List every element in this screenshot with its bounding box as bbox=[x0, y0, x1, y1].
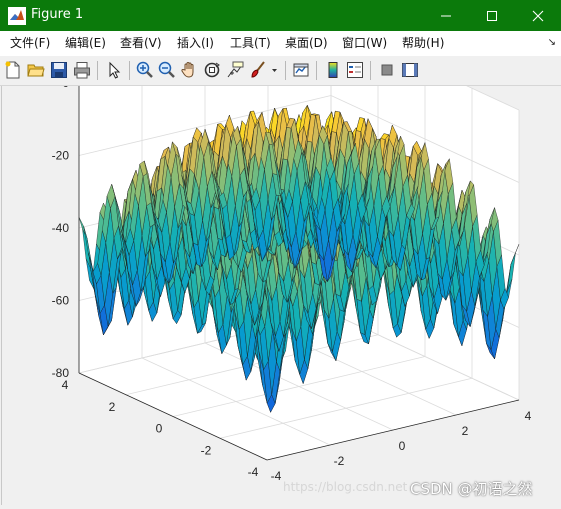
y-tick-label: -4 bbox=[248, 465, 259, 479]
maximize-icon bbox=[487, 10, 497, 21]
z-tick-label: 0 bbox=[62, 86, 69, 90]
menu-insert[interactable]: 插入(I) bbox=[177, 36, 214, 51]
watermark-brand: CSDN @初语之然 bbox=[410, 480, 533, 498]
menu-desktop[interactable]: 桌面(D) bbox=[285, 36, 328, 51]
minimize-icon bbox=[441, 15, 451, 16]
toolbar bbox=[0, 56, 561, 86]
y-tick-label: 0 bbox=[156, 422, 163, 436]
y-tick-label: 4 bbox=[62, 378, 69, 392]
rotate-3d-icon[interactable] bbox=[203, 61, 221, 79]
open-file-icon[interactable] bbox=[27, 61, 45, 79]
select-arrow-icon[interactable] bbox=[105, 61, 123, 79]
menu-help[interactable]: 帮助(H) bbox=[402, 36, 444, 51]
hide-plot-tools-icon[interactable] bbox=[378, 61, 396, 79]
toolbar-separator bbox=[316, 61, 317, 80]
x-tick-label: 0 bbox=[399, 439, 406, 453]
menu-tools[interactable]: 工具(T) bbox=[230, 36, 271, 51]
matlab-logo-icon bbox=[8, 7, 26, 25]
toolbar-separator bbox=[370, 61, 371, 80]
close-icon bbox=[532, 10, 544, 21]
colorbar-icon[interactable] bbox=[324, 61, 342, 79]
menu-window[interactable]: 窗口(W) bbox=[342, 36, 387, 51]
menu-view[interactable]: 查看(V) bbox=[120, 36, 162, 51]
x-tick-label: -2 bbox=[334, 454, 345, 468]
menu-bar: 文件(F) 编辑(E) 查看(V) 插入(I) 工具(T) 桌面(D) 窗口(W… bbox=[0, 31, 561, 57]
menu-overflow-icon[interactable]: ↘ bbox=[548, 37, 556, 48]
menu-edit[interactable]: 编辑(E) bbox=[65, 36, 106, 51]
print-icon[interactable] bbox=[73, 61, 91, 79]
title-bar[interactable]: Figure 1 bbox=[0, 0, 561, 31]
watermark-url: https://blog.csdn.net bbox=[283, 480, 408, 494]
x-tick-label: 4 bbox=[525, 409, 532, 423]
legend-icon[interactable] bbox=[346, 61, 364, 79]
brush-dropdown-icon[interactable] bbox=[270, 61, 279, 79]
surface-plot-axes[interactable]: -4-2024-4-20240-20-40-60-80 bbox=[2, 22, 561, 505]
save-icon[interactable] bbox=[50, 61, 68, 79]
y-tick-label: 2 bbox=[109, 400, 116, 414]
close-button[interactable] bbox=[515, 0, 561, 31]
menu-file[interactable]: 文件(F) bbox=[10, 36, 50, 51]
zoom-out-icon[interactable] bbox=[158, 61, 176, 79]
show-plot-tools-icon[interactable] bbox=[401, 61, 419, 79]
x-tick-label: 2 bbox=[462, 424, 469, 438]
link-plot-icon[interactable] bbox=[292, 61, 310, 79]
x-tick-label: -4 bbox=[271, 469, 282, 483]
zoom-in-icon[interactable] bbox=[136, 61, 154, 79]
z-tick-label: -20 bbox=[52, 149, 70, 163]
z-tick-label: -80 bbox=[52, 366, 70, 380]
figure-canvas: -4-2024-4-20240-20-40-60-80 bbox=[1, 22, 561, 505]
figure-window: Figure 1 文件(F) 编辑(E) 查看(V) 插入(I) 工具(T) 桌… bbox=[0, 0, 561, 506]
data-cursor-icon[interactable] bbox=[226, 61, 244, 79]
pan-hand-icon[interactable] bbox=[180, 61, 198, 79]
toolbar-separator bbox=[285, 61, 286, 80]
brush-icon[interactable] bbox=[249, 61, 267, 79]
toolbar-separator bbox=[97, 61, 98, 80]
window-title: Figure 1 bbox=[31, 7, 84, 22]
toolbar-separator bbox=[129, 61, 130, 80]
z-tick-label: -60 bbox=[52, 294, 70, 308]
new-figure-icon[interactable] bbox=[4, 61, 22, 79]
minimize-button[interactable] bbox=[423, 0, 469, 31]
z-tick-label: -40 bbox=[52, 221, 70, 235]
maximize-button[interactable] bbox=[469, 0, 515, 31]
y-tick-label: -2 bbox=[201, 443, 212, 457]
